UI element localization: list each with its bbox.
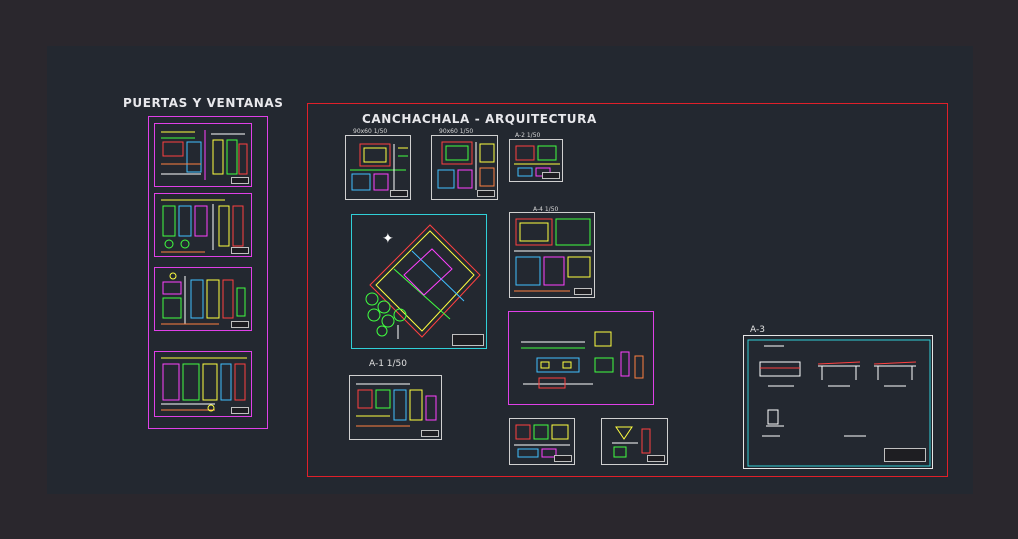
sheet-label-a2-top: A-2 1/50: [515, 132, 541, 139]
site-plan-sheet[interactable]: ✦: [351, 214, 487, 349]
detail-sheet-a1[interactable]: [349, 375, 442, 440]
plan-sheet-3[interactable]: [509, 139, 563, 182]
sheet-label-s1: 90x60 1/50: [353, 128, 388, 135]
title-block: [231, 321, 249, 328]
elevation-sheet[interactable]: [508, 311, 654, 405]
detail-sheet-2[interactable]: [509, 418, 575, 465]
door-window-sheet-2[interactable]: [154, 193, 252, 257]
sheet-label-s2: 90x60 1/50: [439, 128, 474, 135]
floor-plan-sheet-a4[interactable]: [509, 212, 595, 298]
title-block: [452, 334, 484, 346]
title-block: [390, 190, 408, 197]
floor-plan-drawing-a4: [514, 218, 592, 292]
site-plan-drawing: ✦: [365, 224, 481, 339]
model-space-canvas[interactable]: PUERTAS Y VENTANAS CANCHACHALA - ARQUITE…: [47, 46, 973, 494]
plan-sheet-1[interactable]: [345, 135, 411, 200]
doors-windows-title: PUERTAS Y VENTANAS: [123, 96, 284, 110]
architecture-title: CANCHACHALA - ARQUITECTURA: [362, 112, 597, 126]
title-block: [421, 430, 439, 437]
title-block: [554, 455, 572, 462]
title-block: [884, 448, 926, 462]
door-window-sheet-1[interactable]: [154, 123, 252, 187]
door-window-sheet-3[interactable]: [154, 267, 252, 331]
detail-sheet-3[interactable]: [601, 418, 668, 465]
sheet-label-a3: A-3: [750, 325, 765, 335]
elevation-drawing: [521, 331, 644, 389]
title-block: [574, 288, 592, 295]
door-window-sheet-4[interactable]: [154, 351, 252, 417]
doors-windows-frame[interactable]: [148, 116, 268, 429]
north-arrow-icon: ✦: [382, 231, 394, 247]
title-block: [231, 247, 249, 254]
title-block: [231, 177, 249, 184]
title-block: [647, 455, 665, 462]
plan-sheet-2[interactable]: [431, 135, 498, 200]
title-block: [477, 190, 495, 197]
title-block: [231, 407, 249, 414]
sheet-label-a1: A-1 1/50: [369, 359, 408, 369]
title-block: [542, 172, 560, 179]
sections-sheet-a3[interactable]: [743, 335, 933, 469]
